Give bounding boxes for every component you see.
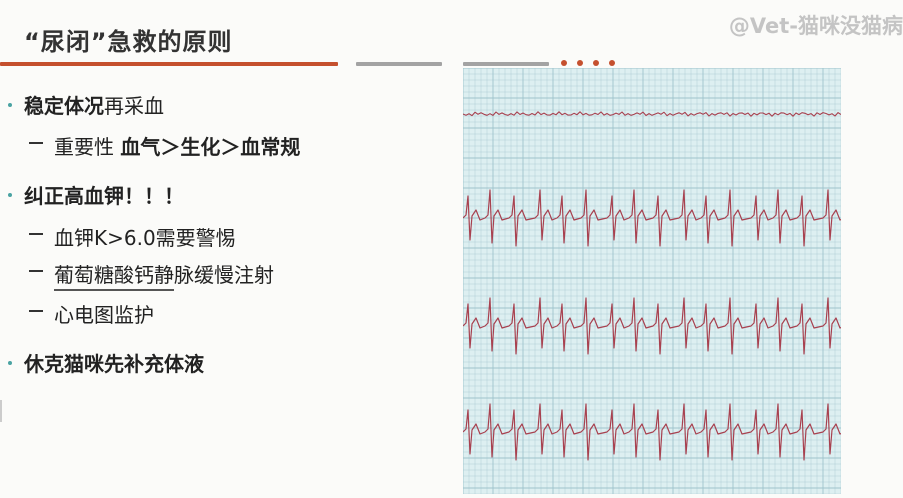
bullet-1-bold: 稳定体况 [24,94,104,118]
divider-bar-2 [463,62,549,66]
bullet-2-sub-3: 心电图监护 [54,299,154,328]
ecg-trace-lead-3 [462,403,846,461]
sub-dash [29,233,43,235]
sub-text-underline [54,289,174,291]
bullet-2-sub-2: 葡萄糖酸钙静脉缓慢注射 [54,259,274,288]
bullet-3: 休克猫咪先补充体液 [24,348,204,377]
bullet-2-sub-1: 血钾K>6.0需要警惕 [54,222,236,251]
left-edge-mark [0,400,2,422]
ecg-strip-svg [462,67,846,495]
watermark: @Vet-猫咪没猫病 [728,14,903,38]
bullet-2: 纠正高血钾！！！ [24,180,184,209]
sub-text: 重要性 [54,135,121,159]
ecg-strip-image [462,67,846,495]
sub-dash [29,270,43,272]
bullet-dot [8,361,12,365]
sub-dash [29,310,43,312]
dot [577,60,583,66]
sub-text: 血钾K>6.0需要警惕 [54,226,236,250]
sub-text: 葡萄糖酸钙静脉缓慢注射 [54,263,274,287]
bullet-dot [8,103,12,107]
sub-text-bold: 血气＞生化＞血常规 [120,135,301,159]
dot [609,60,615,66]
bullet-3-bold: 休克猫咪先补充体液 [24,352,204,376]
bullet-1-rest: 再采血 [104,94,164,118]
bullet-2-bold: 纠正高血钾！！！ [24,184,184,208]
sub-dash [29,142,43,144]
ecg-trace-flat [462,111,842,117]
slide-title: “尿闭”急救的原则 [24,28,233,56]
bullet-1: 稳定体况再采血 [24,90,164,119]
divider-bar-1 [356,62,442,66]
bullet-dot [8,193,12,197]
sub-text: 心电图监护 [54,303,154,327]
dot [593,60,599,66]
ecg-grid [462,67,842,495]
title-underline-bar [0,62,338,66]
bullet-1-sub-1: 重要性 血气＞生化＞血常规 [54,131,300,160]
dot [561,60,567,66]
